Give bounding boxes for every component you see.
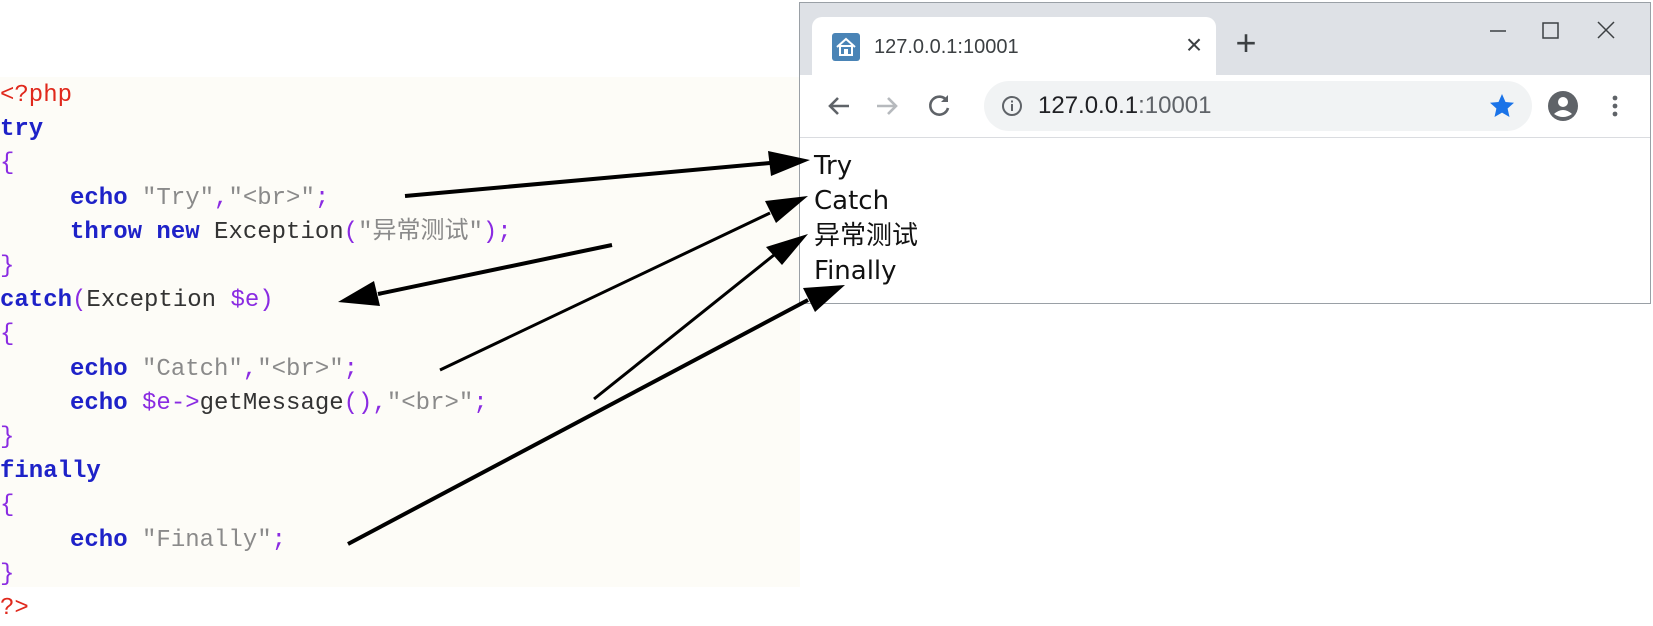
- browser-tab[interactable]: 127.0.0.1:10001 ×: [812, 17, 1216, 75]
- code-token: "<br>": [228, 184, 315, 212]
- output-line: Catch: [814, 186, 890, 216]
- code-line: echo "Try","<br>";: [0, 182, 329, 216]
- code-token: finally: [0, 458, 101, 486]
- code-panel: <?php try{echo "Try","<br>"; throw new Exc…: [0, 77, 800, 622]
- code-token: (),: [343, 389, 387, 417]
- code-line: finally: [0, 455, 101, 489]
- code-token: echo: [70, 184, 128, 212]
- code-token: new: [156, 218, 200, 246]
- code-token: "<br>": [386, 389, 474, 417]
- star-icon[interactable]: [1488, 92, 1516, 120]
- code-line: ?>: [0, 592, 29, 626]
- code-line: echo "Finally";: [0, 524, 286, 558]
- code-token: catch: [0, 287, 73, 315]
- url-text: 127.0.0.1:10001: [1038, 93, 1212, 119]
- code-line: }: [0, 558, 14, 592]
- tab-strip: 127.0.0.1:10001 × +: [800, 3, 1650, 75]
- code-token: ;: [314, 184, 330, 212]
- address-bar[interactable]: 127.0.0.1:10001: [984, 81, 1532, 131]
- code-line: }: [0, 421, 14, 455]
- code-token: <?php: [0, 82, 73, 109]
- new-tab-button[interactable]: +: [1228, 25, 1264, 61]
- code-token: "Try": [142, 184, 215, 212]
- code-token: {: [0, 321, 15, 349]
- code-line: {: [0, 147, 14, 181]
- code-token: ;: [271, 526, 287, 554]
- code-token: }: [0, 424, 15, 451]
- code-token: Exception: [199, 218, 344, 246]
- code-token: "Finally": [142, 526, 272, 554]
- menu-button[interactable]: [1598, 89, 1632, 123]
- home-icon: [832, 33, 860, 61]
- code-line: echo "Catch","<br>";: [0, 353, 358, 387]
- code-token: ;: [473, 389, 488, 417]
- back-button[interactable]: [822, 89, 856, 123]
- page-output: Try Catch 异常测试 Finally: [814, 149, 918, 289]
- arrow-left-icon: [828, 97, 849, 115]
- url-port: :10001: [1138, 92, 1212, 119]
- code-token: throw: [70, 218, 143, 246]
- code-line: <?php: [0, 79, 72, 113]
- code-line: try: [0, 113, 43, 147]
- code-token: echo: [70, 526, 128, 554]
- close-window-button[interactable]: [1584, 11, 1628, 51]
- browser-window: 127.0.0.1:10001 × + 127.0.0.1:10001 Try …: [799, 2, 1651, 304]
- url-host: 127.0.0.1: [1038, 92, 1139, 119]
- code-line: echo $e->getMessage(),"<br>";: [0, 387, 488, 421]
- code-token: }: [0, 560, 15, 588]
- code-line: catch(Exception $e): [0, 284, 274, 318]
- code-token: try: [0, 116, 44, 144]
- account-icon: [1548, 91, 1578, 121]
- reload-button[interactable]: [922, 89, 956, 123]
- code-token: (: [72, 287, 87, 315]
- maximize-button[interactable]: [1528, 11, 1572, 51]
- arrow-right-icon: [877, 97, 898, 115]
- code-token: $e->: [142, 389, 200, 417]
- code-line: }: [0, 250, 14, 284]
- code-token: getMessage: [199, 389, 344, 417]
- code-token: "Catch": [142, 355, 243, 383]
- output-line: Try: [814, 151, 853, 181]
- code-token: {: [0, 150, 15, 178]
- code-line: {: [0, 318, 14, 352]
- code-token: {: [0, 492, 15, 520]
- code-line: throw new Exception("异常测试");: [0, 216, 512, 250]
- tab-close-button[interactable]: ×: [1180, 29, 1208, 61]
- reload-icon: [929, 95, 950, 116]
- kebab-menu-icon: [1612, 95, 1618, 117]
- code-token: $e: [230, 287, 260, 315]
- browser-toolbar: 127.0.0.1:10001: [800, 75, 1650, 138]
- code-token: ,: [214, 184, 229, 212]
- code-token: ?>: [0, 595, 29, 622]
- code-token: ,: [242, 355, 258, 383]
- minimize-button[interactable]: [1476, 11, 1520, 51]
- output-line: Finally: [814, 256, 897, 286]
- tab-title: 127.0.0.1:10001: [874, 36, 1019, 58]
- info-icon[interactable]: [1000, 94, 1024, 118]
- code-token: "<br>": [257, 355, 344, 383]
- code-token: echo: [70, 389, 128, 417]
- code-token: "异常测试": [358, 218, 483, 246]
- code-token: );: [482, 218, 512, 246]
- profile-button[interactable]: [1546, 89, 1580, 123]
- code-token: (: [343, 218, 359, 246]
- output-line: 异常测试: [814, 221, 919, 251]
- forward-button[interactable]: [870, 89, 904, 123]
- code-token: ;: [343, 355, 359, 383]
- code-token: }: [0, 253, 15, 280]
- code-token: echo: [70, 355, 128, 383]
- code-token: ): [259, 287, 274, 315]
- code-token: Exception: [86, 287, 231, 315]
- code-line: {: [0, 489, 14, 523]
